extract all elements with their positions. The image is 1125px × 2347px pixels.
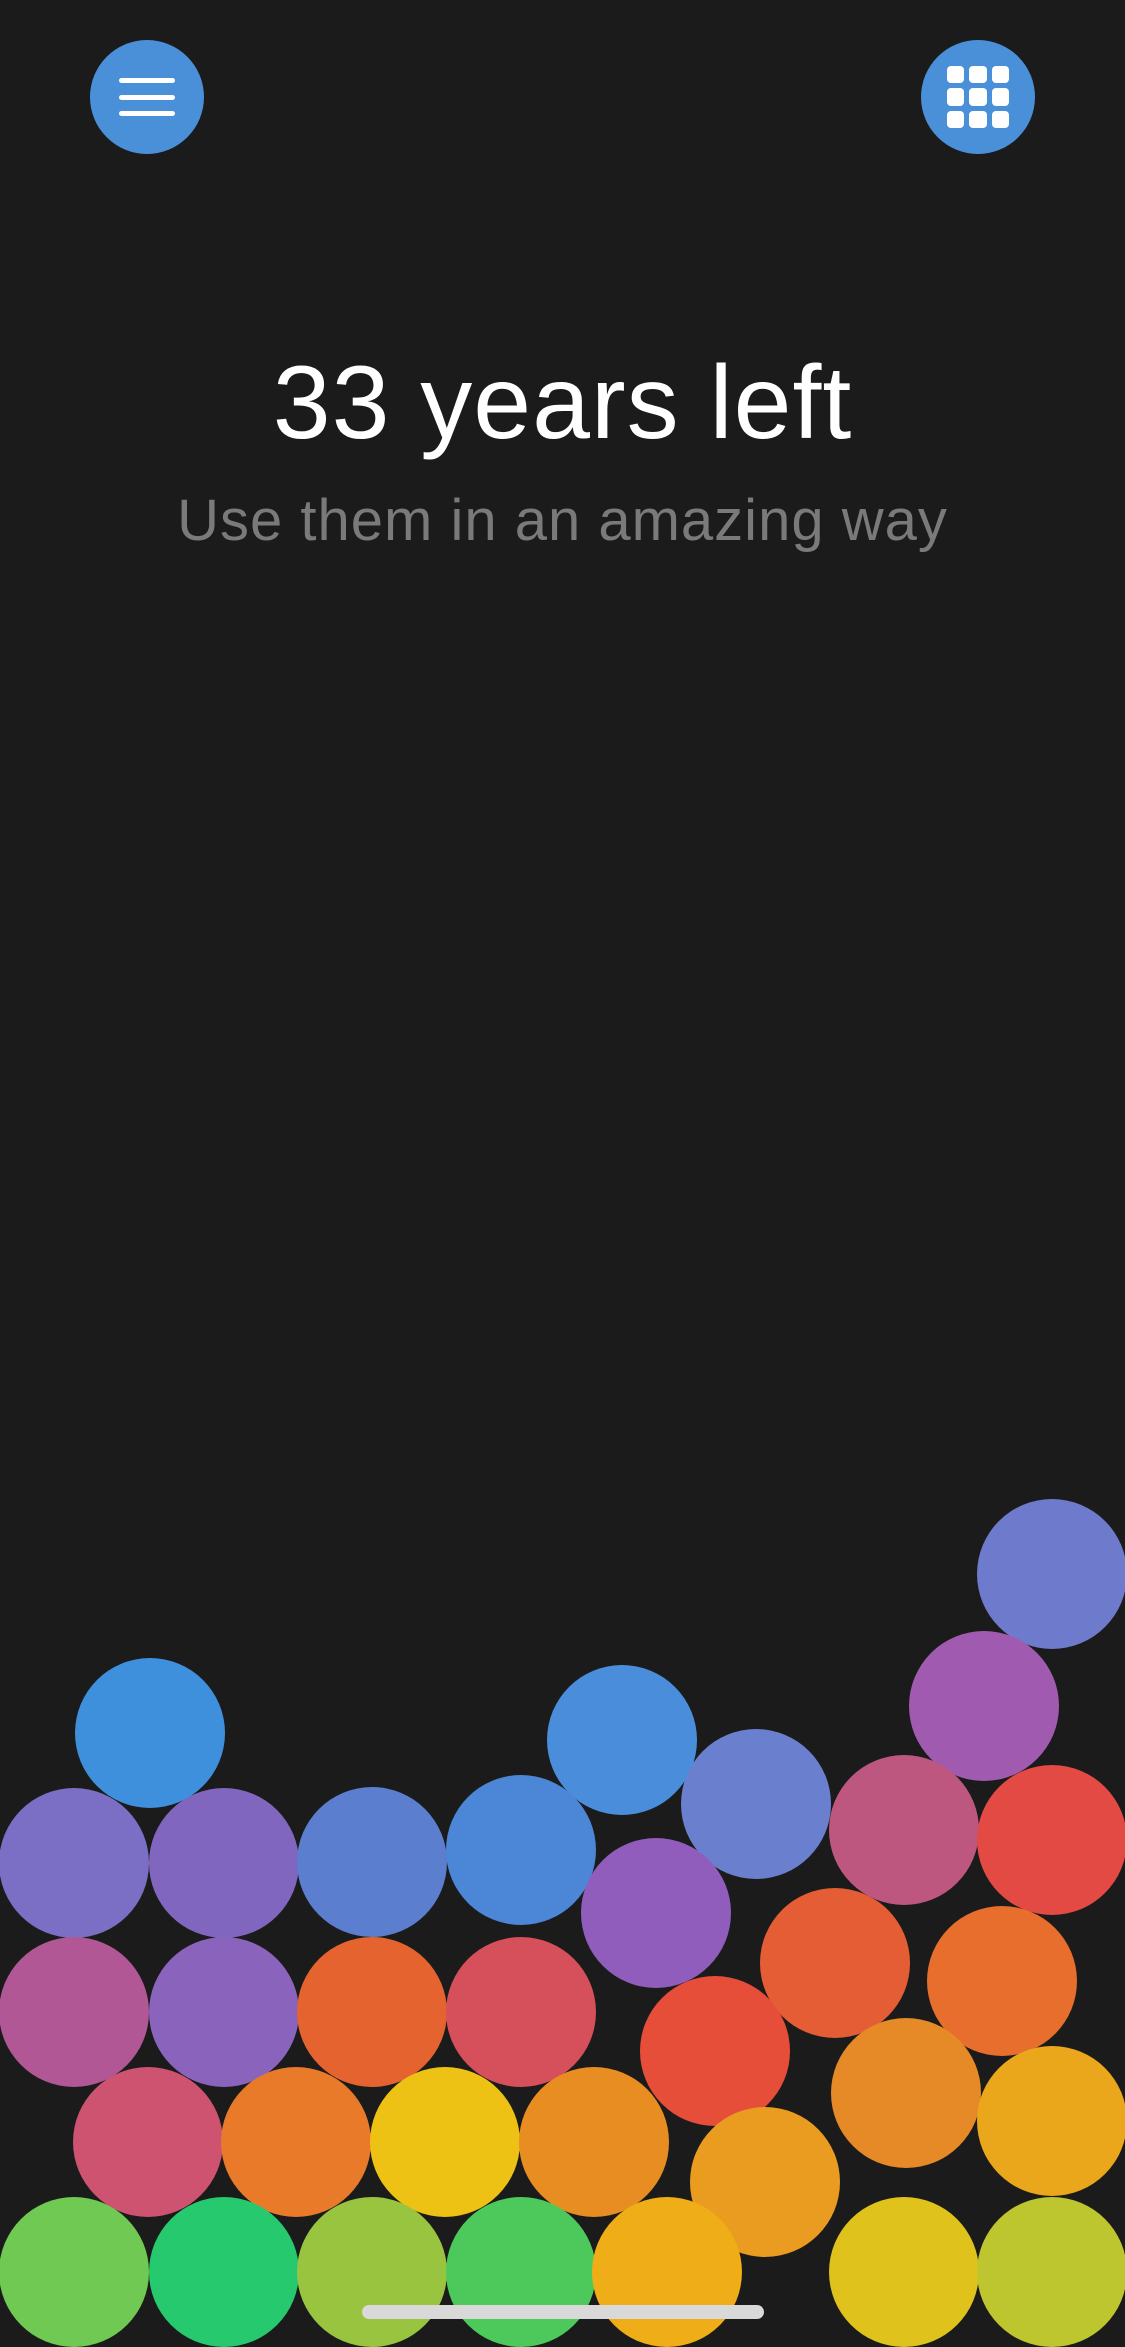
home-indicator[interactable] [362,2305,764,2319]
year-ball [0,1788,149,1938]
year-ball [446,1937,596,2087]
year-ball [370,2067,520,2217]
year-ball [831,2018,981,2168]
year-ball [681,1729,831,1879]
year-ball [690,2107,840,2257]
year-ball [0,1937,149,2087]
year-ball [519,2067,669,2217]
year-ball [73,2067,223,2217]
year-ball [149,2197,299,2347]
year-ball [592,2197,742,2347]
year-ball [640,1976,790,2126]
year-ball [75,1658,225,1808]
year-ball [829,2197,979,2347]
year-ball [149,1788,299,1938]
year-ball [547,1665,697,1815]
year-ball [581,1838,731,1988]
year-ball [221,2067,371,2217]
year-ball [977,2046,1125,2196]
year-ball [977,1499,1125,1649]
year-ball [909,1631,1059,1781]
year-ball [977,2197,1125,2347]
year-ball [977,1765,1125,1915]
year-ball [446,1775,596,1925]
year-ball [446,2197,596,2347]
menu-button[interactable] [90,40,204,154]
year-ball [829,1755,979,1905]
years-left-title: 33 years left [272,345,853,461]
motivation-subtitle: Use them in an amazing way [177,488,948,553]
year-ball [0,2197,149,2347]
year-ball [927,1906,1077,2056]
hamburger-menu-icon [119,78,175,116]
year-ball [297,1787,447,1937]
grid-view-button[interactable] [921,40,1035,154]
year-ball [297,2197,447,2347]
grid-icon [947,66,1009,128]
year-ball [760,1888,910,2038]
year-ball [149,1937,299,2087]
year-ball [297,1937,447,2087]
